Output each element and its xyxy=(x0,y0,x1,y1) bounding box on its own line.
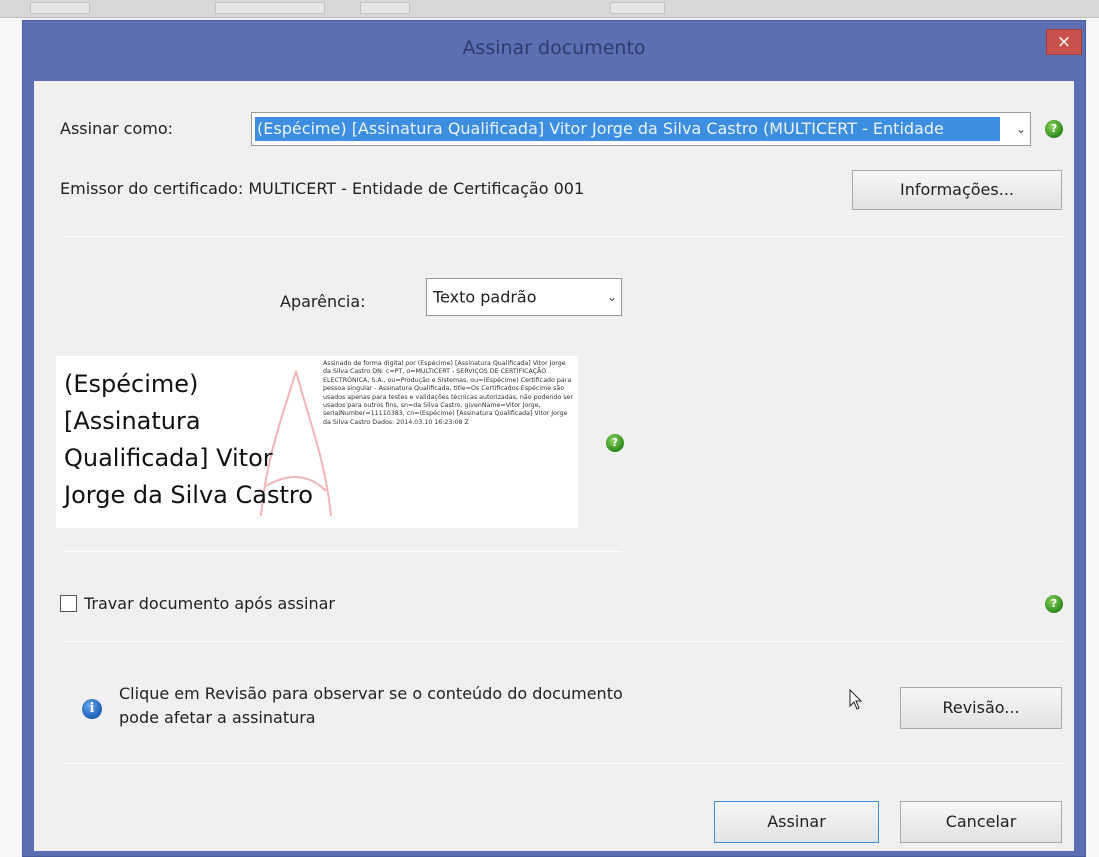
help-icon[interactable]: ? xyxy=(1045,120,1063,138)
preview-name-line: (Espécime) xyxy=(64,370,199,398)
background-document-edge xyxy=(0,18,22,857)
sign-document-dialog: Assinar documento × Assinar como: (Espéc… xyxy=(22,20,1086,857)
lock-document-label: Travar documento após assinar xyxy=(84,594,335,613)
background-document-edge-right xyxy=(1086,18,1099,857)
issuer-text: Emissor do certificado: MULTICERT - Enti… xyxy=(60,179,585,198)
background-toolbar xyxy=(0,0,1099,18)
mouse-cursor-icon xyxy=(849,689,863,710)
info-button[interactable]: Informações... xyxy=(852,170,1062,210)
dialog-title: Assinar documento xyxy=(462,37,646,59)
review-button[interactable]: Revisão... xyxy=(900,687,1062,729)
cancel-button[interactable]: Cancelar xyxy=(900,801,1062,843)
background-toolbar-segment xyxy=(610,2,665,14)
certificate-select[interactable]: (Espécime) [Assinatura Qualificada] Vito… xyxy=(251,112,1031,146)
review-message-line: pode afetar a assinatura xyxy=(119,708,316,727)
info-icon: i xyxy=(82,699,102,719)
appearance-label: Aparência: xyxy=(280,292,366,311)
certificate-select-value: (Espécime) [Assinatura Qualificada] Vito… xyxy=(255,117,1000,141)
preview-details: Assinado de forma digital por (Espécime)… xyxy=(323,360,573,426)
lock-document-checkbox[interactable] xyxy=(60,595,77,612)
appearance-select[interactable]: Texto padrão ⌄ xyxy=(426,278,622,316)
chevron-down-icon: ⌄ xyxy=(1015,122,1026,136)
signature-preview: (Espécime) [Assinatura Qualificada] Vito… xyxy=(56,356,578,528)
review-message-line: Clique em Revisão para observar se o con… xyxy=(119,684,623,703)
dialog-body: Assinar como: (Espécime) [Assinatura Qua… xyxy=(34,81,1074,851)
close-button[interactable]: × xyxy=(1046,29,1082,55)
divider xyxy=(64,641,1064,642)
sign-as-label: Assinar como: xyxy=(60,119,174,138)
chevron-down-icon: ⌄ xyxy=(606,290,617,304)
divider xyxy=(64,763,1064,764)
background-toolbar-segment xyxy=(360,2,410,14)
sign-button[interactable]: Assinar xyxy=(714,801,879,843)
preview-name-line: [Assinatura xyxy=(64,407,201,435)
dialog-titlebar[interactable]: Assinar documento × xyxy=(23,21,1085,81)
preview-name-line: Qualificada] Vitor xyxy=(64,444,273,472)
divider xyxy=(64,236,1064,237)
background-toolbar-segment xyxy=(30,2,90,14)
appearance-select-value: Texto padrão xyxy=(433,287,537,307)
background-toolbar-segment xyxy=(215,2,325,14)
preview-name-line: Jorge da Silva Castro xyxy=(64,481,313,509)
divider xyxy=(64,551,622,552)
help-icon[interactable]: ? xyxy=(1045,595,1063,613)
help-icon[interactable]: ? xyxy=(606,434,624,452)
